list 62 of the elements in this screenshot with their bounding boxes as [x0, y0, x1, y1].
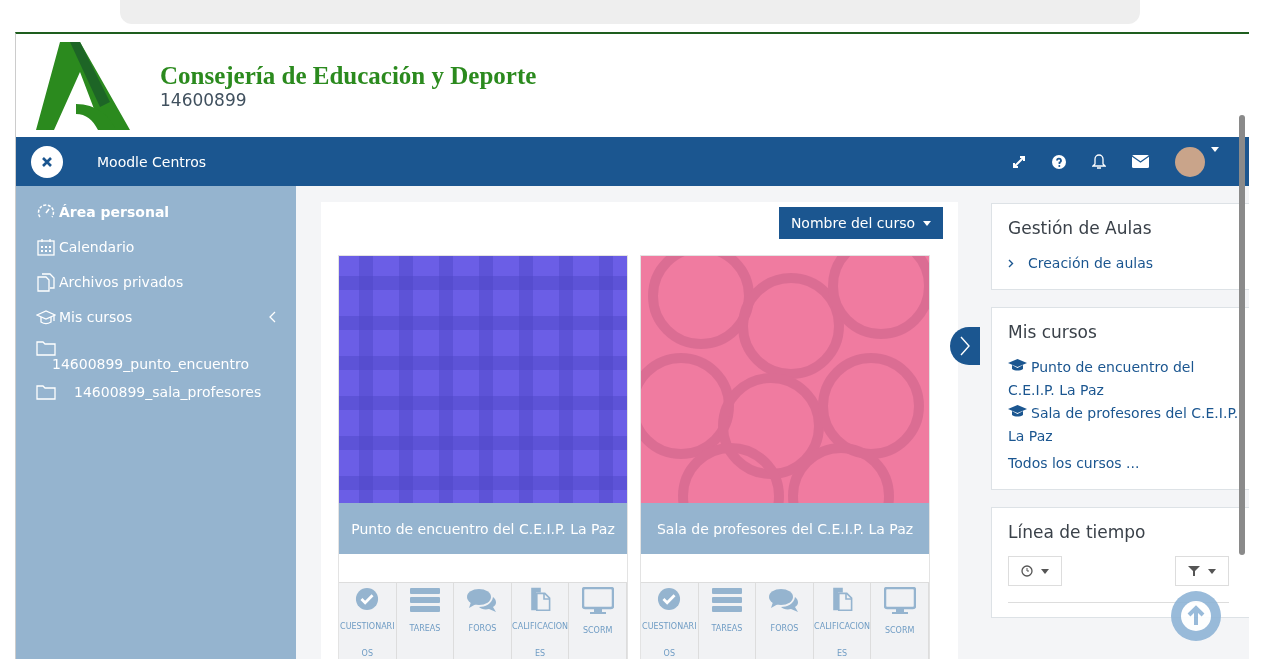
- check-circle-icon: [656, 587, 683, 611]
- calendar-icon: [36, 236, 56, 257]
- folder-icon: [36, 340, 56, 356]
- graduation-cap-icon: [1008, 405, 1027, 418]
- activity-shortcut[interactable]: CUESTIONARIOS: [339, 583, 397, 659]
- activity-shortcut[interactable]: FOROS: [454, 583, 512, 659]
- activity-shortcut[interactable]: CUESTIONARIOS: [641, 583, 699, 659]
- help-icon[interactable]: [1052, 154, 1066, 169]
- caret-icon: [923, 220, 931, 226]
- sidebar-item[interactable]: Mis cursos: [36, 299, 276, 334]
- course-link[interactable]: Sala de profesores del C.E.I.P. La Paz: [1008, 402, 1239, 448]
- caret-icon: [1208, 568, 1216, 574]
- all-courses-link[interactable]: Todos los cursos ...: [1008, 452, 1239, 475]
- sidebar-course-link[interactable]: 14600899_sala_profesores: [74, 384, 262, 400]
- sidebar-item[interactable]: Calendario: [36, 229, 276, 264]
- arrow-up-icon: [1180, 600, 1212, 632]
- graduation-cap-icon: [1008, 359, 1027, 372]
- date-filter-dropdown[interactable]: [1008, 556, 1062, 586]
- activity-shortcut[interactable]: CALIFICACIONES: [511, 583, 570, 659]
- course-link[interactable]: Punto de encuentro del C.E.I.P. La Paz: [1008, 356, 1239, 402]
- sort-filter-dropdown[interactable]: [1175, 556, 1229, 586]
- user-avatar[interactable]: [1175, 146, 1205, 177]
- activity-shortcut[interactable]: SCORM: [569, 583, 627, 659]
- monitor-icon: [581, 587, 614, 615]
- folder-icon: [36, 384, 56, 400]
- sidebar-course-link[interactable]: 14600899_punto_encuentro: [36, 356, 296, 372]
- course-title[interactable]: Sala de profesores del C.E.I.P. La Paz: [641, 503, 929, 554]
- activity-shortcut[interactable]: TAREAS: [396, 583, 455, 659]
- check-circle-icon: [354, 587, 381, 611]
- course-title[interactable]: Punto de encuentro del C.E.I.P. La Paz: [339, 503, 627, 554]
- caret-icon: [1041, 568, 1049, 574]
- block-title: Línea de tiempo: [1008, 522, 1147, 542]
- organization-title: Consejería de Educación y Deporte: [160, 61, 537, 90]
- chevron-icon: [1008, 259, 1014, 268]
- scrollbar[interactable]: [1239, 115, 1245, 555]
- center-code: 14600899: [160, 89, 248, 110]
- envelope-icon[interactable]: [1132, 155, 1149, 168]
- monitor-icon: [883, 587, 916, 615]
- chevron-icon: [960, 336, 970, 356]
- close-drawer-button[interactable]: [31, 145, 63, 178]
- activity-shortcut[interactable]: TAREAS: [698, 583, 757, 659]
- sort-icon: [1188, 565, 1200, 577]
- chat-bubbles-icon: [467, 587, 498, 613]
- chat-bubbles-icon: [769, 587, 800, 613]
- server-stack-icon: [711, 587, 742, 613]
- expand-icon[interactable]: [1012, 154, 1026, 169]
- sidebar-item[interactable]: Área personal: [36, 194, 276, 229]
- close-icon: [42, 156, 52, 167]
- server-stack-icon: [409, 587, 440, 613]
- clock-icon: [1021, 565, 1033, 577]
- sort-dropdown-button[interactable]: Nombre del curso: [778, 207, 943, 239]
- activity-shortcut[interactable]: FOROS: [756, 583, 814, 659]
- files-icon: [36, 271, 56, 292]
- block-title: Gestión de Aulas: [1008, 218, 1153, 238]
- activity-shortcut[interactable]: SCORM: [871, 583, 929, 659]
- bell-icon[interactable]: [1092, 153, 1106, 170]
- block-link[interactable]: Creación de aulas: [1028, 252, 1154, 275]
- caret-icon: [1211, 146, 1219, 152]
- activity-shortcut[interactable]: CALIFICACIONES: [813, 583, 872, 659]
- logo-icon: [36, 41, 130, 130]
- block-title: Mis cursos: [1008, 322, 1098, 342]
- sidebar-item[interactable]: Archivos privados: [36, 264, 276, 299]
